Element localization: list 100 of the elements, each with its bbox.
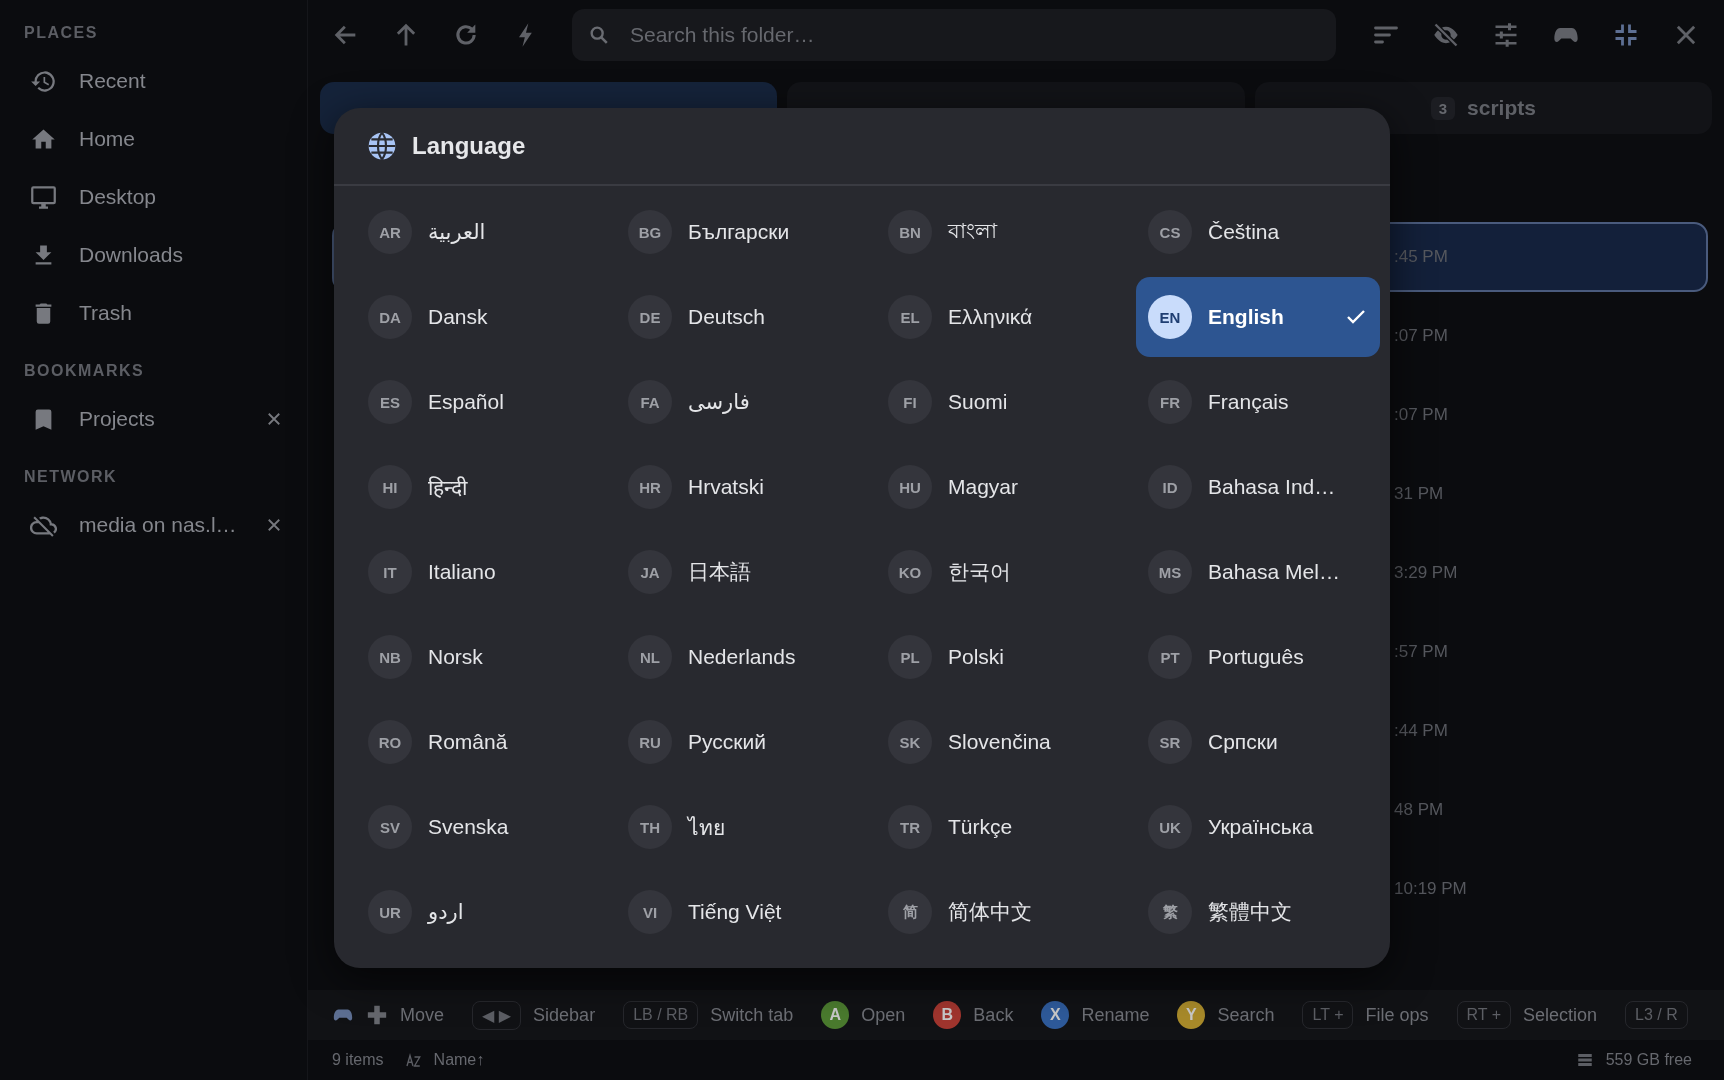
language-option[interactable]: BN বাংলা <box>876 192 1120 272</box>
language-option[interactable]: SK Slovenčina <box>876 702 1120 782</box>
tab-number: 3 <box>1430 96 1456 120</box>
language-option[interactable]: EN English <box>1136 277 1380 357</box>
language-option[interactable]: JA 日本語 <box>616 532 860 612</box>
language-code: HR <box>628 465 672 509</box>
key-hint: RT + <box>1456 1001 1512 1029</box>
dpad-icon <box>366 1004 388 1026</box>
language-option[interactable]: EL Ελληνικά <box>876 277 1120 357</box>
language-code: DE <box>628 295 672 339</box>
language-option[interactable]: ES Español <box>356 362 600 442</box>
key-hint: ◀ ▶ <box>472 1000 522 1030</box>
language-option[interactable]: 繁 繁體中文 <box>1136 872 1380 952</box>
language-option[interactable]: HU Magyar <box>876 447 1120 527</box>
search-field[interactable]: Search this folder… <box>572 9 1336 61</box>
sidebar-item[interactable]: Desktop <box>24 168 283 226</box>
hint-label: Sidebar <box>533 1004 596 1026</box>
language-code: NB <box>368 635 412 679</box>
close-icon[interactable] <box>265 516 283 534</box>
monitor-icon <box>30 183 57 211</box>
close-icon[interactable] <box>265 410 283 428</box>
language-option[interactable]: NB Norsk <box>356 617 600 697</box>
hint-label: Rename <box>1081 1004 1150 1026</box>
section-heading: BOOKMARKS <box>24 362 146 380</box>
language-option[interactable]: SV Svenska <box>356 787 600 867</box>
language-code: VI <box>628 890 672 934</box>
language-code: BN <box>888 210 932 254</box>
key-hint: LT + <box>1302 1001 1354 1029</box>
language-option[interactable]: CS Čeština <box>1136 192 1380 272</box>
language-option[interactable]: VI Tiếng Việt <box>616 872 860 952</box>
sidebar-item[interactable]: Home <box>24 110 283 168</box>
language-code: BG <box>628 210 672 254</box>
eye-off-icon[interactable] <box>1432 21 1460 49</box>
key-hint: LB / RB <box>623 1001 699 1029</box>
language-option[interactable]: TH ไทย <box>616 787 860 867</box>
language-code: 简 <box>888 890 932 934</box>
free-space: 559 GB free <box>1605 1051 1692 1069</box>
language-code: KO <box>888 550 932 594</box>
search-icon <box>588 24 610 46</box>
language-code: TH <box>628 805 672 849</box>
language-code: CS <box>1148 210 1192 254</box>
language-option[interactable]: DE Deutsch <box>616 277 860 357</box>
sort-label[interactable]: Name↑ <box>433 1051 485 1069</box>
language-option[interactable]: DA Dansk <box>356 277 600 357</box>
language-code: MS <box>1148 550 1192 594</box>
language-code: TR <box>888 805 932 849</box>
language-option[interactable]: PL Polski <box>876 617 1120 697</box>
language-code: EN <box>1148 295 1192 339</box>
language-option[interactable]: NL Nederlands <box>616 617 860 697</box>
language-code: UK <box>1148 805 1192 849</box>
sidebar-item[interactable]: media on nas.l… <box>24 496 283 554</box>
sidebar-item[interactable]: Trash <box>24 284 283 342</box>
language-code: AR <box>368 210 412 254</box>
hint-label: Search <box>1217 1004 1275 1026</box>
language-code: EL <box>888 295 932 339</box>
sidebar-item[interactable]: Downloads <box>24 226 283 284</box>
language-option[interactable]: FR Français <box>1136 362 1380 442</box>
language-code: ID <box>1148 465 1192 509</box>
language-option[interactable]: TR Türkçe <box>876 787 1120 867</box>
section-heading: PLACES <box>24 24 99 42</box>
storage-icon <box>1575 1051 1594 1069</box>
language-option[interactable]: BG Български <box>616 192 860 272</box>
language-code: FA <box>628 380 672 424</box>
tab-label: scripts <box>1467 96 1536 120</box>
hint-label: Back <box>973 1004 1014 1026</box>
language-code: PT <box>1148 635 1192 679</box>
language-code: RO <box>368 720 412 764</box>
language-code: IT <box>368 550 412 594</box>
language-option[interactable]: FI Suomi <box>876 362 1120 442</box>
language-code: JA <box>628 550 672 594</box>
language-option[interactable]: 简 简体中文 <box>876 872 1120 952</box>
item-count: 9 items <box>332 1051 384 1069</box>
sidebar-item[interactable]: Projects <box>24 390 283 448</box>
key-hint: L3 / R <box>1625 1001 1688 1029</box>
dialog-title: Language <box>412 132 526 160</box>
language-code: 繁 <box>1148 890 1192 934</box>
language-code: FR <box>1148 380 1192 424</box>
language-option[interactable]: MS Bahasa Mel… <box>1136 532 1380 612</box>
language-code: SV <box>368 805 412 849</box>
language-code: UR <box>368 890 412 934</box>
language-code: FI <box>888 380 932 424</box>
language-option[interactable]: RO Română <box>356 702 600 782</box>
language-option[interactable]: UK Українська <box>1136 787 1380 867</box>
language-code: HU <box>888 465 932 509</box>
language-code: RU <box>628 720 672 764</box>
language-option[interactable]: KO 한국어 <box>876 532 1120 612</box>
language-option[interactable]: RU Русский <box>616 702 860 782</box>
language-code: HI <box>368 465 412 509</box>
sidebar-item[interactable]: Recent <box>24 52 283 110</box>
language-option[interactable]: IT Italiano <box>356 532 600 612</box>
language-option[interactable]: ID Bahasa Ind… <box>1136 447 1380 527</box>
hint-label: Switch tab <box>710 1004 794 1026</box>
language-code: PL <box>888 635 932 679</box>
hint-label: Open <box>861 1004 906 1026</box>
section-heading: NETWORK <box>24 468 119 486</box>
language-option[interactable]: HI हिन्दी <box>356 447 600 527</box>
language-option[interactable]: HR Hrvatski <box>616 447 860 527</box>
modified-time: :45 PM <box>1394 247 1448 267</box>
language-option[interactable]: SR Српски <box>1136 702 1380 782</box>
language-option[interactable]: PT Português <box>1136 617 1380 697</box>
